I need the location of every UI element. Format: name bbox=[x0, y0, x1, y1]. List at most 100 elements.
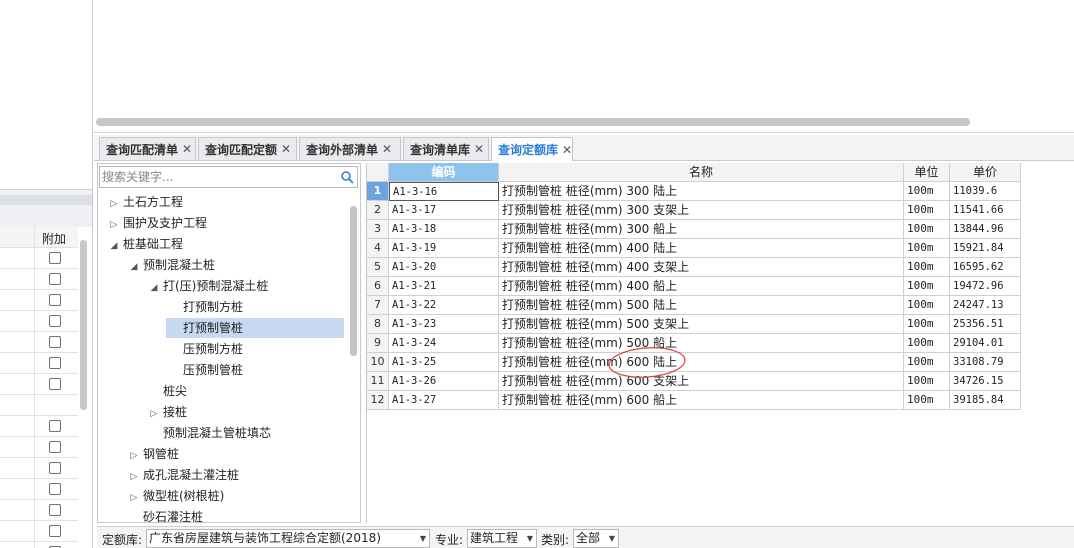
cell-unit[interactable]: 100m bbox=[904, 372, 950, 391]
collapsed-arrow-icon[interactable]: ▷ bbox=[128, 467, 140, 487]
cell-price[interactable]: 25356.51 bbox=[950, 315, 1021, 334]
left-grid-checkbox[interactable] bbox=[49, 525, 61, 537]
grid-header-name[interactable]: 名称 bbox=[499, 163, 904, 182]
close-icon[interactable]: ✕ bbox=[382, 142, 392, 156]
cell-name[interactable]: 打预制管桩 桩径(mm) 300 支架上 bbox=[499, 201, 904, 220]
top-horizontal-scrollbar[interactable] bbox=[96, 118, 970, 126]
major-select[interactable]: 建筑工程 ▼ bbox=[467, 529, 537, 548]
cell-name[interactable]: 打预制管桩 桩径(mm) 300 船上 bbox=[499, 220, 904, 239]
tab-query-0[interactable]: 查询匹配清单 ✕ bbox=[99, 137, 196, 160]
cell-name[interactable]: 打预制管桩 桩径(mm) 500 陆上 bbox=[499, 296, 904, 315]
tree-search-input[interactable] bbox=[102, 168, 332, 186]
cell-price[interactable]: 39185.84 bbox=[950, 391, 1021, 410]
cell-name[interactable]: 打预制管桩 桩径(mm) 500 船上 bbox=[499, 334, 904, 353]
cell-code[interactable]: A1-3-24 bbox=[389, 334, 499, 353]
tree-item[interactable]: ▷ 微型桩(树根桩) bbox=[128, 486, 225, 508]
left-grid-checkbox[interactable] bbox=[49, 504, 61, 516]
tree-item[interactable]: ▷ 接桩 bbox=[148, 402, 187, 422]
tab-query-1[interactable]: 查询匹配定额 ✕ bbox=[198, 137, 297, 160]
left-grid-checkbox[interactable] bbox=[49, 294, 61, 306]
left-grid-checkbox[interactable] bbox=[49, 315, 61, 327]
cell-name[interactable]: 打预制管桩 桩径(mm) 400 陆上 bbox=[499, 239, 904, 258]
table-row[interactable]: 12 A1-3-27 打预制管桩 桩径(mm) 600 船上 100m 39185.84 bbox=[367, 391, 1021, 410]
cell-price[interactable]: 16595.62 bbox=[950, 258, 1021, 277]
cell-unit[interactable]: 100m bbox=[904, 391, 950, 410]
left-vertical-scrollbar[interactable] bbox=[80, 240, 87, 410]
tree-item[interactable]: 预制混凝土管桩填芯 bbox=[148, 423, 271, 443]
tree-item[interactable]: 压预制方桩 bbox=[168, 339, 243, 359]
cell-code[interactable]: A1-3-20 bbox=[389, 258, 499, 277]
grid-header-unit[interactable]: 单位 bbox=[904, 163, 950, 182]
left-grid-checkbox[interactable] bbox=[49, 441, 61, 453]
table-row[interactable]: 10 A1-3-25 打预制管桩 桩径(mm) 600 陆上 100m 33108.79 bbox=[367, 353, 1021, 372]
tree-item[interactable]: 压预制管桩 bbox=[168, 360, 243, 380]
tree-item[interactable]: ▷ 土石方工程 bbox=[108, 192, 183, 212]
left-grid-checkbox[interactable] bbox=[49, 378, 61, 390]
table-row[interactable]: 8 A1-3-23 打预制管桩 桩径(mm) 500 支架上 100m 25356.51 bbox=[367, 315, 1021, 334]
close-icon[interactable]: ✕ bbox=[562, 143, 572, 157]
cell-price[interactable]: 19472.96 bbox=[950, 277, 1021, 296]
table-row[interactable]: 7 A1-3-22 打预制管桩 桩径(mm) 500 陆上 100m 24247.13 bbox=[367, 296, 1021, 315]
tree-item[interactable]: ◢ 预制混凝土桩 bbox=[128, 255, 215, 275]
table-row[interactable]: 6 A1-3-21 打预制管桩 桩径(mm) 400 船上 100m 19472.96 bbox=[367, 277, 1021, 296]
left-grid-checkbox[interactable] bbox=[49, 273, 61, 285]
left-grid-checkbox[interactable] bbox=[49, 462, 61, 474]
collapsed-arrow-icon[interactable]: ▷ bbox=[108, 215, 120, 235]
cell-price[interactable]: 24247.13 bbox=[950, 296, 1021, 315]
left-grid-checkbox[interactable] bbox=[49, 420, 61, 432]
cell-name[interactable]: 打预制管桩 桩径(mm) 600 船上 bbox=[499, 391, 904, 410]
left-grid-checkbox[interactable] bbox=[49, 252, 61, 264]
close-icon[interactable]: ✕ bbox=[281, 142, 291, 156]
cell-unit[interactable]: 100m bbox=[904, 220, 950, 239]
cell-name[interactable]: 打预制管桩 桩径(mm) 400 支架上 bbox=[499, 258, 904, 277]
tree-item[interactable]: ◢ 打(压)预制混凝土桩 bbox=[148, 276, 269, 296]
cell-code[interactable]: A1-3-18 bbox=[389, 220, 499, 239]
cell-unit[interactable]: 100m bbox=[904, 315, 950, 334]
tree-item[interactable]: 砂石灌注桩 bbox=[128, 507, 203, 522]
tree-item[interactable]: 打预制方桩 bbox=[168, 297, 243, 317]
left-grid-checkbox[interactable] bbox=[49, 357, 61, 369]
category-select[interactable]: 全部 ▼ bbox=[573, 529, 619, 548]
tree-item[interactable]: ▷ 成孔混凝土灌注桩 bbox=[128, 465, 239, 485]
close-icon[interactable]: ✕ bbox=[182, 142, 192, 156]
cell-price[interactable]: 11541.66 bbox=[950, 201, 1021, 220]
cell-unit[interactable]: 100m bbox=[904, 334, 950, 353]
cell-unit[interactable]: 100m bbox=[904, 277, 950, 296]
cell-code[interactable]: A1-3-23 bbox=[389, 315, 499, 334]
cell-unit[interactable]: 100m bbox=[904, 201, 950, 220]
table-row[interactable]: 1 A1-3-16 打预制管桩 桩径(mm) 300 陆上 100m 11039.6 bbox=[367, 182, 1021, 201]
cell-name[interactable]: 打预制管桩 桩径(mm) 300 陆上 bbox=[499, 182, 904, 201]
tree-item[interactable]: ▷ 钢管桩 bbox=[128, 444, 179, 464]
grid-header-code[interactable]: 编码 bbox=[389, 163, 499, 182]
tree-vertical-scrollbar[interactable] bbox=[350, 206, 357, 356]
tree-item[interactable]: ◢ 桩基础工程 bbox=[108, 234, 183, 254]
table-row[interactable]: 5 A1-3-20 打预制管桩 桩径(mm) 400 支架上 100m 16595.62 bbox=[367, 258, 1021, 277]
collapsed-arrow-icon[interactable]: ▷ bbox=[128, 446, 140, 466]
left-grid-checkbox[interactable] bbox=[49, 336, 61, 348]
cell-price[interactable]: 15921.84 bbox=[950, 239, 1021, 258]
tree-item[interactable]: 打预制管桩 bbox=[166, 318, 344, 338]
table-row[interactable]: 9 A1-3-24 打预制管桩 桩径(mm) 500 船上 100m 29104.01 bbox=[367, 334, 1021, 353]
table-row[interactable]: 11 A1-3-26 打预制管桩 桩径(mm) 600 支架上 100m 34726.1… bbox=[367, 372, 1021, 391]
collapsed-arrow-icon[interactable]: ▷ bbox=[108, 194, 120, 214]
cell-name[interactable]: 打预制管桩 桩径(mm) 400 船上 bbox=[499, 277, 904, 296]
tab-query-2[interactable]: 查询外部清单 ✕ bbox=[299, 137, 401, 160]
cell-code[interactable]: A1-3-26 bbox=[389, 372, 499, 391]
expanded-arrow-icon[interactable]: ◢ bbox=[128, 257, 140, 277]
cell-unit[interactable]: 100m bbox=[904, 296, 950, 315]
cell-code[interactable]: A1-3-22 bbox=[389, 296, 499, 315]
table-row[interactable]: 3 A1-3-18 打预制管桩 桩径(mm) 300 船上 100m 13844.96 bbox=[367, 220, 1021, 239]
library-select[interactable]: 广东省房屋建筑与装饰工程综合定额(2018) ▼ bbox=[146, 529, 430, 548]
cell-code[interactable]: A1-3-25 bbox=[389, 353, 499, 372]
left-grid-checkbox[interactable] bbox=[49, 483, 61, 495]
grid-header-price[interactable]: 单价 bbox=[950, 163, 1021, 182]
cell-price[interactable]: 29104.01 bbox=[950, 334, 1021, 353]
tab-query-4[interactable]: 查询定额库 ✕ bbox=[491, 137, 573, 161]
cell-code[interactable]: A1-3-21 bbox=[389, 277, 499, 296]
search-icon[interactable] bbox=[340, 170, 354, 184]
cell-unit[interactable]: 100m bbox=[904, 258, 950, 277]
cell-price[interactable]: 13844.96 bbox=[950, 220, 1021, 239]
collapsed-arrow-icon[interactable]: ▷ bbox=[128, 488, 140, 508]
cell-unit[interactable]: 100m bbox=[904, 353, 950, 372]
tab-query-3[interactable]: 查询清单库 ✕ bbox=[403, 137, 489, 160]
